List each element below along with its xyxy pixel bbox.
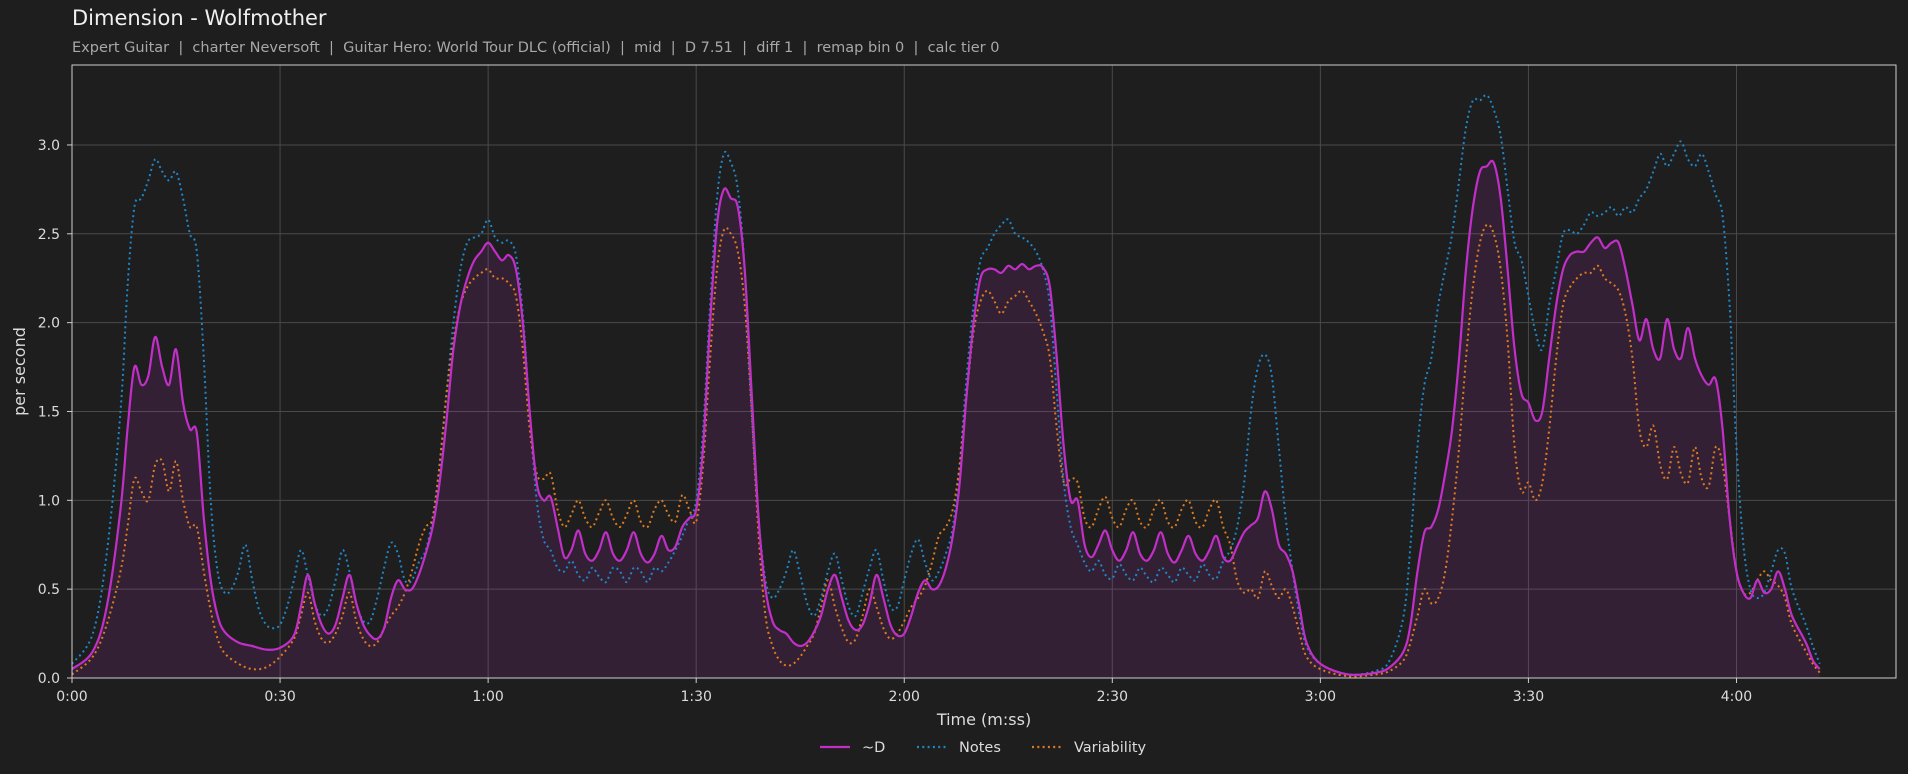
- y-tick-label: 1.5: [38, 404, 60, 420]
- x-tick-label: 1:00: [472, 689, 503, 705]
- x-tick-label: 0:00: [56, 689, 87, 705]
- y-tick-label: 1.0: [38, 493, 60, 509]
- x-tick-label: 3:00: [1305, 689, 1336, 705]
- x-tick-label: 0:30: [264, 689, 295, 705]
- y-tick-label: 2.5: [38, 227, 60, 243]
- x-tick-label: 4:00: [1721, 689, 1752, 705]
- y-tick-label: 0.0: [38, 671, 60, 687]
- y-axis-label: per second: [10, 327, 29, 416]
- area-fill-layer: [72, 160, 1820, 678]
- y-axis: 0.0 0.5 1.0 1.5 2.0 2.5 3.0: [38, 138, 72, 687]
- line-chart: 0:00 0:30 1:00 1:30 2:00 2:30 3:00 3:30 4:00 0.0…: [10, 64, 1897, 756]
- x-axis: 0:00 0:30 1:00 1:30 2:00 2:30 3:00 3:30 4:00: [56, 678, 1752, 705]
- y-tick-label: 2.0: [38, 316, 60, 332]
- legend-label: Variability: [1074, 740, 1147, 756]
- legend-item-notes: Notes: [917, 740, 1001, 756]
- x-tick-label: 2:30: [1097, 689, 1128, 705]
- legend-label: ~D: [862, 740, 885, 756]
- y-tick-label: 3.0: [38, 138, 60, 154]
- x-tick-label: 3:30: [1513, 689, 1544, 705]
- series-area-d: [72, 160, 1820, 678]
- legend-item-variability: Variability: [1032, 740, 1147, 756]
- legend-item-d: ~D: [820, 740, 885, 756]
- legend-label: Notes: [959, 740, 1001, 756]
- x-tick-label: 2:00: [889, 689, 920, 705]
- legend: ~D Notes Variability: [820, 740, 1147, 756]
- y-tick-label: 0.5: [38, 582, 60, 598]
- x-tick-label: 1:30: [680, 689, 711, 705]
- x-axis-label: Time (m:ss): [936, 710, 1031, 729]
